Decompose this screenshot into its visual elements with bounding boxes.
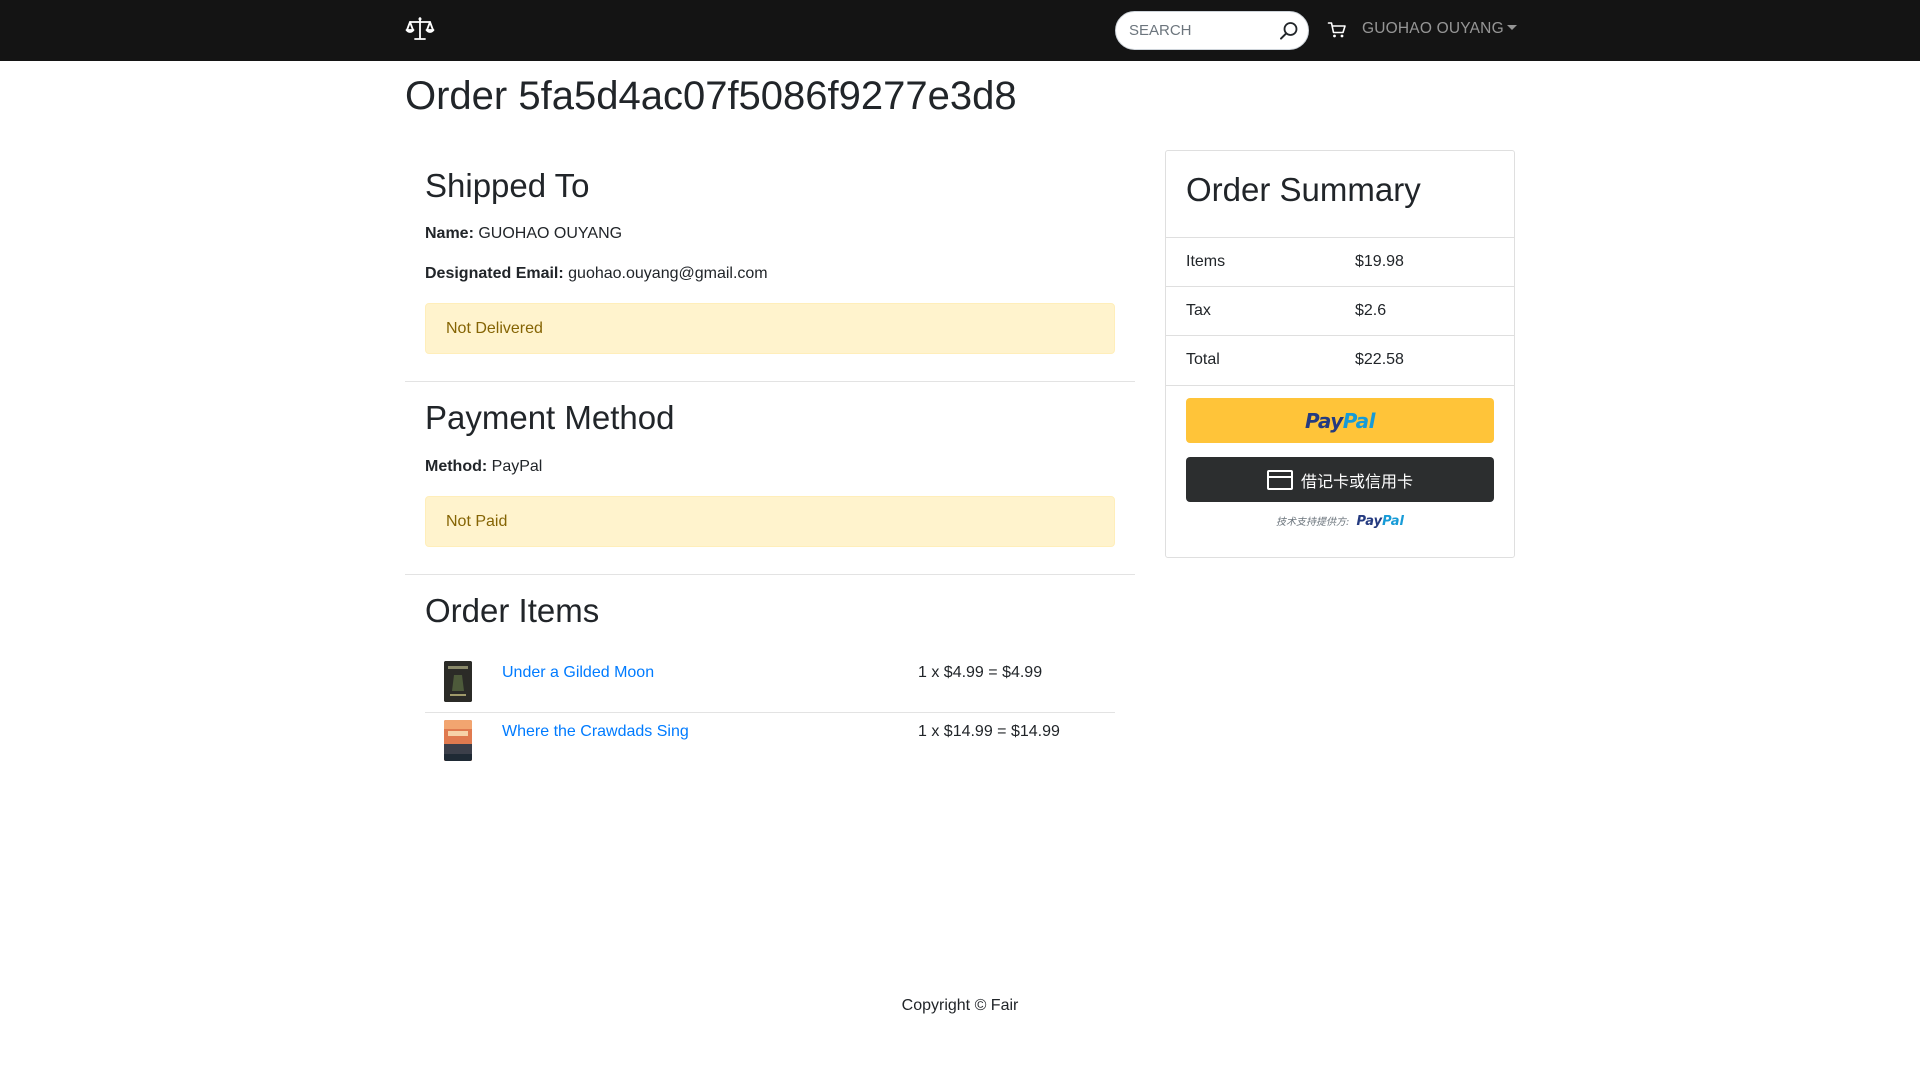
delivery-status-alert: Not Delivered <box>425 303 1115 354</box>
search-form <box>1115 11 1309 50</box>
order-item-link[interactable]: Where the Crawdads Sing <box>502 723 689 741</box>
summary-tax-value: $2.6 <box>1355 302 1387 319</box>
order-items-heading: Order Items <box>425 592 600 629</box>
order-item-price: 1 x $14.99 = $14.99 <box>918 723 1060 740</box>
user-dropdown[interactable]: GUOHAO OUYANG <box>1362 20 1517 40</box>
shipping-name-label: Name: <box>425 225 474 242</box>
page-title: Order 5fa5d4ac07f5086f9277e3d8 <box>405 74 1017 118</box>
payment-method: Method: PayPal <box>425 458 542 476</box>
summary-row-total: Total $22.58 <box>1166 335 1514 384</box>
order-item-price: 1 x $4.99 = $4.99 <box>918 664 1043 681</box>
summary-items-label: Items <box>1186 253 1226 270</box>
payment-section: Payment Method Method: PayPal Not Paid <box>405 382 1135 575</box>
card-button-label: 借记卡或信用卡 <box>1300 471 1413 491</box>
navbar-container: GUOHAO OUYANG <box>405 0 1517 61</box>
paypal-button[interactable]: Pay Pal <box>1186 398 1494 443</box>
footer-copyright: Copyright © Fair <box>901 997 1019 1014</box>
cart-icon[interactable] <box>1327 20 1347 40</box>
shipping-name-value: GUOHAO OUYANG <box>478 225 623 242</box>
top-navbar: GUOHAO OUYANG <box>0 0 1920 61</box>
paypal-buttons: Pay Pal 借记卡或信用卡 技术支持提供方: PayPal <box>1166 385 1514 557</box>
payment-heading: Payment Method <box>425 399 675 436</box>
summary-row-items: Items $19.98 <box>1166 237 1514 286</box>
caret-down-icon <box>1506 25 1517 30</box>
order-summary-card: Order Summary Items $19.98 Tax $2.6 Tota… <box>1165 150 1515 558</box>
summary-items-value: $19.98 <box>1355 253 1404 270</box>
paypal-mini-part2: Pal <box>1382 514 1405 529</box>
order-item-row: Under a Gilded Moon 1 x $4.99 = $4.99 <box>425 655 1115 720</box>
order-item-link[interactable]: Under a Gilded Moon <box>502 664 654 682</box>
powered-by-paypal: 技术支持提供方: PayPal <box>1166 513 1514 529</box>
paypal-logo-part1: Pay <box>1304 408 1343 433</box>
summary-row-tax: Tax $2.6 <box>1166 286 1514 335</box>
debit-credit-card-button[interactable]: 借记卡或信用卡 <box>1186 457 1494 502</box>
order-items-section: Order Items Under a Gilded Moon 1 x $4.9… <box>405 575 1135 775</box>
summary-tax-label: Tax <box>1186 302 1211 319</box>
shipping-name: Name: GUOHAO OUYANG <box>425 225 622 243</box>
powered-by-label: 技术支持提供方: <box>1275 517 1350 528</box>
payment-method-label: Method: <box>425 458 488 475</box>
scales-icon[interactable] <box>405 14 435 44</box>
paypal-logo-part2: Pal <box>1342 408 1376 433</box>
item-divider <box>425 712 1115 713</box>
shipping-email-value: guohao.ouyang@gmail.com <box>568 265 768 282</box>
payment-status-alert: Not Paid <box>425 496 1115 547</box>
order-summary-title: Order Summary <box>1186 171 1421 208</box>
shipping-email-label: Designated Email: <box>425 265 564 282</box>
paypal-mini-logo: PayPal <box>1357 514 1404 529</box>
book-cover-thumbnail <box>444 720 472 761</box>
shipping-email: Designated Email: guohao.ouyang@gmail.co… <box>425 265 768 283</box>
credit-card-icon <box>1266 469 1293 490</box>
summary-total-value: $22.58 <box>1355 351 1404 368</box>
paypal-mini-part1: Pay <box>1356 514 1383 529</box>
user-dropdown-label: GUOHAO OUYANG <box>1362 20 1504 37</box>
order-item-row: Where the Crawdads Sing 1 x $14.99 = $14… <box>425 720 1115 785</box>
shipping-heading: Shipped To <box>425 167 590 204</box>
book-cover-thumbnail <box>444 661 472 702</box>
search-icon[interactable] <box>1278 20 1300 42</box>
shipping-section: Shipped To Name: GUOHAO OUYANG Designate… <box>405 150 1135 382</box>
payment-method-value: PayPal <box>491 458 543 475</box>
search-input[interactable] <box>1116 12 1276 49</box>
summary-total-label: Total <box>1186 351 1220 368</box>
